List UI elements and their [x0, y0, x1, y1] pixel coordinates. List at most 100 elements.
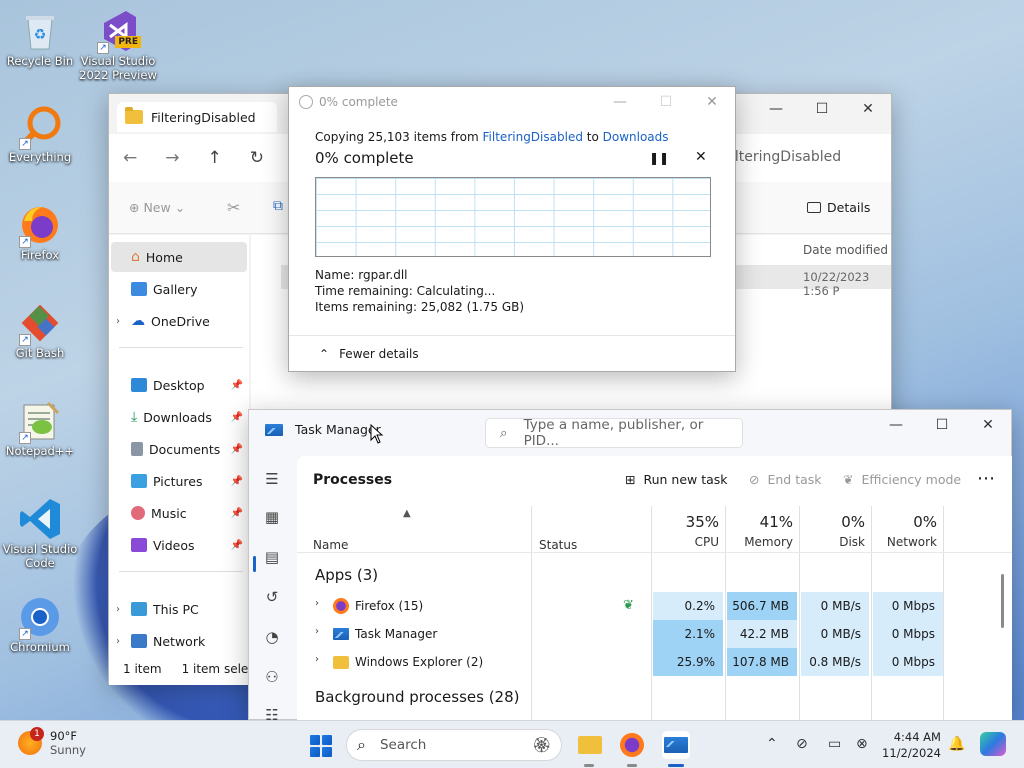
forward-arrow-icon[interactable]: → [165, 148, 179, 168]
taskbar-firefox[interactable] [618, 731, 646, 759]
source-folder-link[interactable]: FilteringDisabled [483, 130, 583, 144]
desktop-icon-firefox[interactable]: ↗ Firefox [0, 202, 80, 262]
sidebar-item-home[interactable]: ⌂ Home [111, 242, 247, 272]
desktop-icon-notepad-plus-plus[interactable]: ↗ Notepad++ [0, 398, 80, 458]
process-row-firefox[interactable]: › Firefox (15) ❦ 0.2% 506.7 MB 0 MB/s 0 … [297, 592, 1012, 620]
efficiency-mode-button[interactable]: ❦ Efficiency mode [843, 472, 961, 487]
users-nav-icon[interactable]: ⚇ [261, 666, 283, 688]
up-arrow-icon[interactable]: ↑ [208, 148, 222, 168]
notification-bell-icon[interactable]: 🔔 [948, 736, 965, 752]
column-header-memory[interactable]: 41% Memory [723, 512, 793, 552]
details-pane-icon [807, 202, 821, 213]
performance-nav-icon[interactable]: ▤ [261, 546, 283, 568]
pin-icon[interactable]: 📌 [231, 476, 243, 487]
minimize-button[interactable]: — [873, 410, 919, 440]
sidebar-divider [119, 347, 243, 348]
fewer-details-button[interactable]: ⌃ Fewer details [289, 335, 735, 372]
apps-group-header[interactable]: Apps (3) [315, 566, 378, 584]
details-button[interactable]: Details [807, 200, 870, 215]
destination-folder-link[interactable]: Downloads [603, 130, 669, 144]
process-row-task-manager[interactable]: › Task Manager 2.1% 42.2 MB 0 MB/s 0 Mbp… [297, 620, 1012, 648]
column-header-date-modified[interactable]: Date modified [803, 243, 888, 257]
pin-icon[interactable]: 📌 [231, 412, 243, 423]
more-options-icon[interactable]: ⋯ [977, 468, 995, 489]
sidebar-item-pictures[interactable]: Pictures 📌 [111, 466, 247, 496]
explorer-tab[interactable]: FilteringDisabled [117, 102, 277, 132]
accessibility-icon[interactable]: ⊗ [856, 736, 868, 752]
pin-icon[interactable]: 📌 [231, 380, 243, 391]
column-header-name[interactable]: Name [313, 538, 348, 552]
desktop-folder-icon [131, 378, 147, 392]
desktop-icon-git-bash[interactable]: ↗ Git Bash [0, 300, 80, 360]
process-row-windows-explorer[interactable]: › Windows Explorer (2) 25.9% 107.8 MB 0.… [297, 648, 1012, 676]
desktop-icon-visual-studio-preview[interactable]: PRE ↗ Visual Studio 2022 Preview [78, 8, 158, 82]
sidebar-item-music[interactable]: Music 📌 [111, 498, 247, 528]
address-bar-text[interactable]: ilteringDisabled [731, 149, 841, 165]
taskbar-task-manager[interactable] [662, 731, 690, 759]
network-disconnected-icon[interactable]: ⊘ [796, 736, 808, 752]
desktop-icon-recycle-bin[interactable]: ♻ Recycle Bin [0, 8, 80, 68]
cancel-copy-icon[interactable]: ✕ [695, 149, 707, 165]
maximize-button[interactable]: ☐ [919, 410, 965, 440]
clock-icon [299, 95, 313, 109]
start-button[interactable] [310, 735, 332, 757]
startup-apps-nav-icon[interactable]: ◔ [261, 626, 283, 648]
column-header-status[interactable]: Status [539, 538, 577, 552]
new-button[interactable]: ⊕ New ⌄ [129, 200, 185, 215]
processes-nav-icon[interactable]: ▦ [261, 506, 283, 528]
display-icon[interactable]: ▭ [828, 736, 841, 752]
close-button[interactable]: ✕ [845, 94, 891, 124]
run-new-task-button[interactable]: ⊞ Run new task [625, 472, 728, 487]
chevron-right-icon[interactable]: › [315, 654, 319, 665]
pause-icon[interactable]: ❚❚ [649, 151, 669, 165]
refresh-icon[interactable]: ↻ [250, 148, 264, 168]
pin-icon[interactable]: 📌 [231, 540, 243, 551]
close-button[interactable]: ✕ [689, 87, 735, 117]
taskbar-file-explorer[interactable] [576, 731, 604, 759]
sidebar-item-videos[interactable]: Videos 📌 [111, 530, 247, 560]
minimize-button[interactable]: — [753, 94, 799, 124]
chevron-right-icon[interactable]: › [111, 316, 125, 327]
copy-icon[interactable]: ⧉ [273, 198, 283, 214]
sidebar-item-onedrive[interactable]: › ☁ OneDrive [111, 306, 247, 336]
desktop-icon-vscode[interactable]: Visual Studio Code [0, 496, 80, 570]
weather-widget[interactable]: 1 90°F Sunny [18, 727, 86, 757]
pin-icon[interactable]: 📌 [231, 508, 243, 519]
chevron-right-icon[interactable]: › [315, 626, 319, 637]
running-indicator [627, 764, 637, 767]
column-header-network[interactable]: 0% Network [867, 512, 937, 552]
taskbar-search-box[interactable]: ⌕ Search 🏵 [346, 729, 562, 761]
desktop-icon-chromium[interactable]: ↗ Chromium [0, 594, 80, 654]
system-clock[interactable]: 4:44 AM 11/2/2024 [882, 729, 941, 761]
chevron-up-icon[interactable]: ⌃ [766, 736, 778, 752]
search-icon: ⌕ [357, 735, 366, 754]
back-arrow-icon[interactable]: ← [123, 148, 137, 168]
column-header-cpu[interactable]: 35% CPU [649, 512, 719, 552]
chevron-right-icon[interactable]: › [111, 636, 125, 647]
sidebar-item-gallery[interactable]: Gallery [111, 274, 247, 304]
vertical-scrollbar[interactable] [1001, 574, 1004, 628]
pictures-icon [131, 474, 147, 488]
end-task-button[interactable]: ⊘ End task [749, 472, 822, 487]
copilot-icon[interactable] [980, 732, 1006, 756]
sidebar-item-downloads[interactable]: ⤓ Downloads 📌 [111, 402, 247, 432]
process-search-input[interactable]: ⌕ Type a name, publisher, or PID... [485, 417, 743, 449]
maximize-button[interactable]: ☐ [799, 94, 845, 124]
sidebar-item-documents[interactable]: Documents 📌 [111, 434, 247, 464]
minimize-button[interactable]: — [597, 87, 643, 117]
pin-icon[interactable]: 📌 [231, 444, 243, 455]
sidebar-item-network[interactable]: › Network [111, 626, 247, 656]
hamburger-menu-icon[interactable]: ☰ [261, 468, 283, 490]
sidebar-divider [119, 571, 243, 572]
chevron-right-icon[interactable]: › [315, 598, 319, 609]
desktop-icon-everything[interactable]: ↗ Everything [0, 104, 80, 164]
sidebar-item-this-pc[interactable]: › This PC [111, 594, 247, 624]
app-history-nav-icon[interactable]: ↺ [261, 586, 283, 608]
background-processes-group-header[interactable]: Background processes (28) [315, 688, 520, 706]
close-button[interactable]: ✕ [965, 410, 1011, 440]
chevron-right-icon[interactable]: › [111, 604, 125, 615]
sidebar-item-desktop[interactable]: Desktop 📌 [111, 370, 247, 400]
column-header-disk[interactable]: 0% Disk [795, 512, 865, 552]
cut-icon[interactable]: ✂ [227, 198, 240, 217]
maximize-button: ☐ [659, 94, 673, 110]
